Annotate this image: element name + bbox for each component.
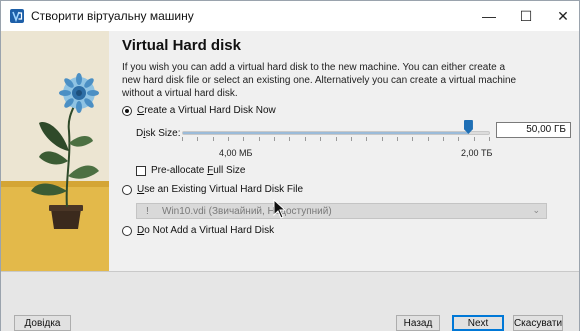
minimize-icon: — [482,8,496,24]
chevron-down-icon: ⌄ [532,205,540,215]
radio-no-disk-label[interactable]: Do Not Add a Virtual Hard Disk [137,225,274,236]
maximize-icon: ☐ [519,7,533,24]
plant-illustration [1,31,109,271]
slider-tick [396,137,398,141]
existing-disk-value: Win10.vdi (Звичайний, Недоступний) [162,206,332,217]
slider-tick [320,137,322,141]
slider-tick [381,137,383,141]
next-button[interactable]: Next [452,315,504,331]
disk-size-input[interactable]: 50,00 ГБ [496,122,571,138]
window-title: Створити віртуальну машину [31,9,194,23]
radio-create-new[interactable] [122,106,132,116]
slider-tick [228,137,230,141]
mouse-cursor-icon [273,199,287,219]
virtualbox-icon [10,9,24,23]
slider-tick [489,137,490,141]
page-title: Virtual Hard disk [122,37,241,54]
wizard-illustration [1,31,109,271]
preallocate-label[interactable]: Pre-allocate Full Size [151,165,246,176]
page-description: If you wish you can add a virtual hard d… [122,62,517,99]
slider-tick [350,137,352,141]
disk-size-slider-track[interactable] [182,131,490,135]
slider-tick [412,137,414,141]
title-bar[interactable]: Створити віртуальну машину — ☐ ✕ [1,1,579,31]
slider-tick [335,137,337,141]
radio-use-existing-label[interactable]: Use an Existing Virtual Hard Disk File [137,184,303,195]
disk-size-min-label: 4,00 МБ [219,148,253,158]
close-icon: ✕ [557,7,569,24]
slider-tick [212,137,214,141]
slider-tick [366,137,368,141]
close-button[interactable]: ✕ [541,1,580,31]
slider-tick [442,137,444,141]
slider-tick [304,137,306,141]
existing-disk-combobox[interactable]: ! Win10.vdi (Звичайний, Недоступний) ⌄ [136,203,547,219]
disk-size-slider-ticks [182,137,490,143]
radio-create-new-label[interactable]: Create a Virtual Hard Disk Now [137,105,276,116]
slider-tick [458,137,460,141]
slider-tick [182,137,183,141]
wizard-page: Virtual Hard disk If you wish you can ad… [109,31,579,271]
slider-tick [473,137,475,141]
help-button[interactable]: Довідка [14,315,71,331]
slider-tick [427,137,429,141]
slider-tick [289,137,291,141]
disk-size-max-label: 2,00 ТБ [461,148,493,158]
radio-no-disk[interactable] [122,226,132,236]
slider-tick [274,137,276,141]
radio-use-existing[interactable] [122,185,132,195]
cancel-button[interactable]: Скасувати [513,315,563,331]
warning-icon: ! [146,206,149,217]
dialog-footer: Довідка Назад Next Скасувати [1,271,579,331]
slider-tick [258,137,260,141]
disk-size-slider-fill [183,132,468,134]
preallocate-checkbox[interactable] [136,166,146,176]
slider-tick [243,137,245,141]
disk-size-label: Disk Size: [136,128,181,139]
create-vm-dialog: Створити віртуальну машину — ☐ ✕ Virtual… [0,0,580,331]
slider-tick [197,137,199,141]
back-button[interactable]: Назад [396,315,440,331]
